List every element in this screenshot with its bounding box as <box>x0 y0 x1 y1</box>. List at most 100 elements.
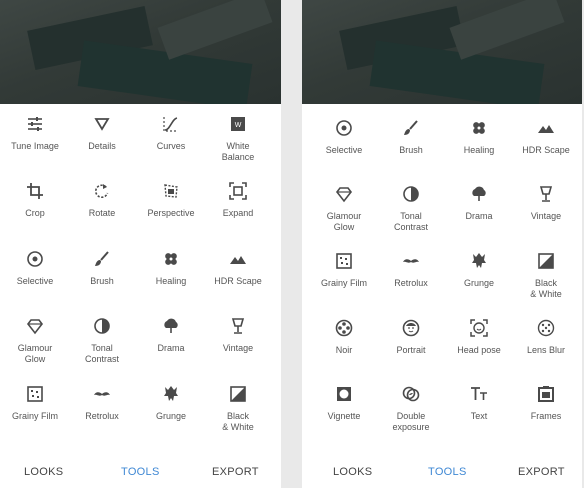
grainy-film-icon <box>334 251 354 271</box>
export-tab[interactable]: EXPORT <box>518 466 565 478</box>
tool-drama[interactable]: Drama <box>136 316 206 354</box>
tool-vintage[interactable]: Vintage <box>203 316 273 354</box>
selective-icon <box>25 249 45 269</box>
tool-brush[interactable]: Brush <box>67 249 137 287</box>
tool-healing[interactable]: Healing <box>136 249 206 287</box>
tool-tonal-contrast[interactable]: Tonal Contrast <box>67 316 137 365</box>
rotate-icon <box>92 181 112 201</box>
tool-drama[interactable]: Drama <box>444 184 514 222</box>
vintage-icon <box>228 316 248 336</box>
tonal-contrast-icon <box>92 316 112 336</box>
tool-label: Expand <box>222 208 254 218</box>
noir-icon <box>334 318 354 338</box>
tools-grid: Tune Image Details Curves W White Balance Cro… <box>0 104 281 462</box>
tool-perspective[interactable]: Perspective <box>136 181 206 219</box>
tool-label: Vignette <box>327 411 361 421</box>
tool-grainy-film[interactable]: Grainy Film <box>309 251 379 289</box>
tool-grainy-film[interactable]: Grainy Film <box>0 384 70 422</box>
tool-label: Drama <box>465 211 493 221</box>
tool-hdr-scape[interactable]: HDR Scape <box>511 118 581 156</box>
tool-expand[interactable]: Expand <box>203 181 273 219</box>
tool-tune-image[interactable]: Tune Image <box>0 114 70 152</box>
tool-label: Selective <box>325 145 363 155</box>
tool-head-pose[interactable]: Head pose <box>444 318 514 356</box>
tool-label: Glamour Glow <box>17 343 53 364</box>
tool-label: Details <box>88 141 116 151</box>
tool-label: Glamour Glow <box>326 211 362 232</box>
tool-double-exposure[interactable]: Double exposure <box>376 384 446 433</box>
tool-label: Tonal Contrast <box>393 211 428 232</box>
tool-portrait[interactable]: Portrait <box>376 318 446 356</box>
drama-icon <box>469 184 489 204</box>
tool-selective[interactable]: Selective <box>309 118 379 156</box>
crop-icon <box>25 181 45 201</box>
tool-noir[interactable]: Noir <box>309 318 379 356</box>
tool-black-white[interactable]: Black & White <box>511 251 581 300</box>
tool-frames[interactable]: Frames <box>511 384 581 422</box>
tools-grid: Selective Brush Healing HDR Scape Glamour Gl… <box>302 104 582 462</box>
tool-label: Double exposure <box>392 411 430 432</box>
tool-label: Curves <box>156 141 186 151</box>
white-balance-icon: W <box>228 114 248 134</box>
tool-text[interactable]: Text <box>444 384 514 422</box>
tool-label: Vintage <box>222 343 254 353</box>
tool-label: Grunge <box>155 411 187 421</box>
tool-vignette[interactable]: Vignette <box>309 384 379 422</box>
tool-selective[interactable]: Selective <box>0 249 70 287</box>
tool-label: Lens Blur <box>526 345 566 355</box>
lens-blur-icon <box>536 318 556 338</box>
tool-glamour-glow[interactable]: Glamour Glow <box>309 184 379 233</box>
tool-crop[interactable]: Crop <box>0 181 70 219</box>
tool-brush[interactable]: Brush <box>376 118 446 156</box>
tool-label: Frames <box>530 411 562 421</box>
tool-label: Rotate <box>88 208 116 218</box>
tool-label: HDR Scape <box>214 276 262 286</box>
bottom-nav: LOOKS TOOLS EXPORT <box>0 462 281 488</box>
glamour-glow-icon <box>25 316 45 336</box>
tool-glamour-glow[interactable]: Glamour Glow <box>0 316 70 365</box>
retrolux-icon <box>401 251 421 271</box>
tool-retrolux[interactable]: Retrolux <box>376 251 446 289</box>
perspective-icon <box>161 181 181 201</box>
tool-label: Black & White <box>530 278 562 299</box>
tool-retrolux[interactable]: Retrolux <box>67 384 137 422</box>
black-white-icon <box>228 384 248 404</box>
tool-details[interactable]: Details <box>67 114 137 152</box>
grainy-film-icon <box>25 384 45 404</box>
tool-label: Grainy Film <box>320 278 367 288</box>
tune-icon <box>25 114 45 134</box>
tool-label: Retrolux <box>394 278 428 288</box>
looks-tab[interactable]: LOOKS <box>333 466 372 478</box>
tool-grunge[interactable]: Grunge <box>136 384 206 422</box>
tool-black-white[interactable]: Black & White <box>203 384 273 433</box>
tool-hdr-scape[interactable]: HDR Scape <box>203 249 273 287</box>
retrolux-icon <box>92 384 112 404</box>
tool-tonal-contrast[interactable]: Tonal Contrast <box>376 184 446 233</box>
tool-curves[interactable]: Curves <box>136 114 206 152</box>
tool-label: Tonal Contrast <box>84 343 119 364</box>
healing-icon <box>469 118 489 138</box>
tool-label: Black & White <box>222 411 254 432</box>
tool-label: Retrolux <box>85 411 119 421</box>
tool-label: Grunge <box>463 278 495 288</box>
tool-grunge[interactable]: Grunge <box>444 251 514 289</box>
looks-tab[interactable]: LOOKS <box>24 466 63 478</box>
tool-rotate[interactable]: Rotate <box>67 181 137 219</box>
svg-text:W: W <box>235 122 242 129</box>
tools-tab[interactable]: TOOLS <box>428 466 467 478</box>
tool-label: HDR Scape <box>522 145 570 155</box>
grunge-icon <box>161 384 181 404</box>
healing-icon <box>161 249 181 269</box>
export-tab[interactable]: EXPORT <box>212 466 259 478</box>
tool-label: Crop <box>25 208 45 218</box>
tonal-contrast-icon <box>401 184 421 204</box>
tool-vintage[interactable]: Vintage <box>511 184 581 222</box>
tool-label: Perspective <box>147 208 195 218</box>
glamour-glow-icon <box>334 184 354 204</box>
frames-icon <box>536 384 556 404</box>
tools-tab[interactable]: TOOLS <box>121 466 160 478</box>
tool-white-balance[interactable]: W White Balance <box>203 114 273 163</box>
tool-lens-blur[interactable]: Lens Blur <box>511 318 581 356</box>
tool-label: Brush <box>399 145 423 155</box>
tool-healing[interactable]: Healing <box>444 118 514 156</box>
